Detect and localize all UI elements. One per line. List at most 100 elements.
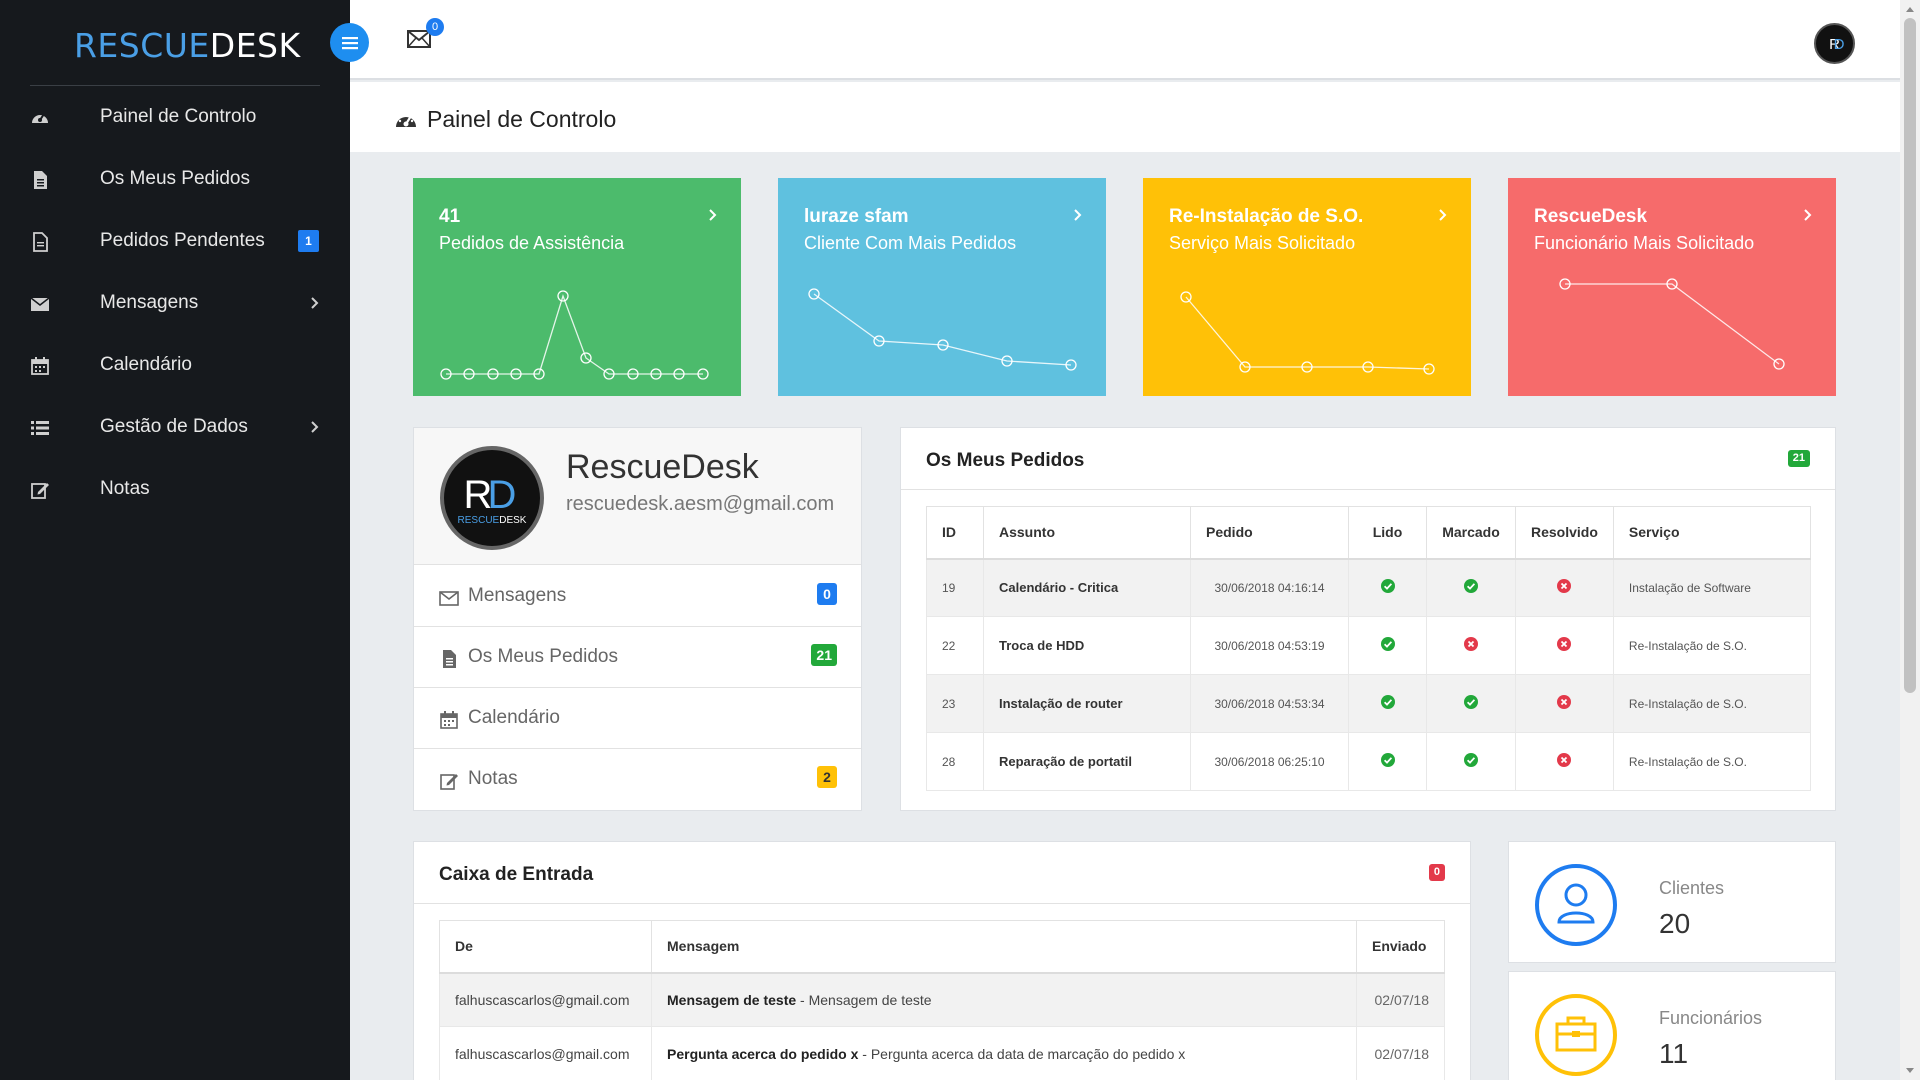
profile-link-label: Notas (468, 768, 518, 789)
card-label: Pedidos de Assistência (439, 233, 625, 253)
table-row[interactable]: falhuscascarlos@gmail.com Mensagem de tes… (439, 972, 1445, 1027)
sidebar-item-gestao-dados[interactable]: Gestão de Dados (0, 396, 350, 458)
close-circle-icon (1464, 637, 1478, 651)
close-circle-icon (1557, 753, 1572, 767)
order-id: 22 (926, 616, 984, 675)
sidebar-item-notas[interactable]: Notas (0, 458, 350, 520)
page-header: Painel de Controlo (350, 82, 1900, 152)
mail-count-badge: 0 (426, 18, 444, 36)
chevron-right-icon (311, 297, 319, 309)
sidebar-nav: Painel de Controlo Os Meus Pedidos Pedid… (0, 86, 350, 520)
sidebar-item-painel[interactable]: Painel de Controlo (0, 86, 350, 148)
order-service: Instalação de Software (1612, 558, 1812, 617)
inbox-panel-header: Caixa de Entrada 0 (414, 842, 1470, 904)
column-header[interactable]: De (439, 920, 652, 974)
order-marcado-status (1426, 674, 1516, 733)
table-row[interactable]: 23 Instalação de router 30/06/2018 04:53:3… (926, 674, 1812, 733)
scroll-down-icon[interactable] (1904, 1066, 1916, 1076)
order-subject: Calendário - Critica (983, 558, 1191, 617)
edit-icon (440, 774, 458, 790)
sidebar-item-pendentes[interactable]: Pedidos Pendentes 1 (0, 210, 350, 272)
order-resolvido-status (1515, 616, 1614, 675)
sidebar-item-label: Mensagens (100, 292, 199, 313)
user-icon (1557, 883, 1595, 924)
card-value: luraze sfam (804, 206, 909, 227)
menu-toggle-button[interactable] (330, 23, 369, 62)
orders-title: Os Meus Pedidos (926, 450, 1085, 471)
order-date: 30/06/2018 04:53:34 (1190, 674, 1349, 733)
message-from: falhuscascarlos@gmail.com (439, 972, 652, 1027)
table-row[interactable]: 19 Calendário - Critica 30/06/2018 04:16:1… (926, 558, 1812, 617)
order-subject: Troca de HDD (983, 616, 1191, 675)
card-servico-mais-solicitado[interactable]: Re-Instalação de S.O. Serviço Mais Solic… (1143, 178, 1471, 396)
order-marcado-status (1426, 616, 1516, 675)
sidebar-item-mensagens[interactable]: Mensagens (0, 272, 350, 334)
card-label: Funcionário Mais Solicitado (1534, 233, 1755, 253)
column-header[interactable]: Assunto (983, 506, 1191, 560)
profile-link-calendario[interactable]: Calendário (414, 688, 861, 749)
column-header[interactable]: Lido (1348, 506, 1427, 560)
sparkline-chart (1180, 291, 1435, 375)
rd-logo-icon: RD (1829, 36, 1845, 53)
svg-text:RESCUEDESK: RESCUEDESK (458, 515, 527, 526)
profile-link-mensagens[interactable]: Mensagens 0 (414, 566, 861, 627)
table-row[interactable]: falhuscascarlos@gmail.com Pergunta acerca… (439, 1026, 1445, 1080)
sparkline-chart (440, 290, 709, 380)
table-row[interactable]: 22 Troca de HDD 30/06/2018 04:53:19 Re-Inst… (926, 616, 1812, 675)
briefcase-icon (1555, 1016, 1597, 1052)
order-marcado-status (1426, 558, 1516, 617)
rd-logo-icon: R D RESCUEDESK (458, 473, 527, 526)
message-content: Mensagem de teste - Mensagem de teste (651, 972, 1357, 1027)
brand-logo[interactable]: RESCUEDESK (74, 26, 301, 65)
sidebar-item-calendario[interactable]: Calendário (0, 334, 350, 396)
brand-part-1: RESCUE (74, 26, 210, 65)
scrollbar-thumb[interactable] (1904, 18, 1916, 693)
order-id: 23 (926, 674, 984, 733)
stat-clientes[interactable]: Clientes 20 (1508, 841, 1836, 963)
order-date: 30/06/2018 04:53:19 (1190, 616, 1349, 675)
order-date: 30/06/2018 06:25:10 (1190, 732, 1349, 791)
column-header[interactable]: Enviado (1356, 920, 1445, 974)
profile-link-meus-pedidos[interactable]: Os Meus Pedidos 21 (414, 627, 861, 688)
column-header[interactable]: Resolvido (1515, 506, 1614, 560)
sidebar-item-label: Pedidos Pendentes (100, 230, 265, 251)
sidebar-item-label: Os Meus Pedidos (100, 168, 250, 189)
chevron-right-icon (311, 421, 319, 433)
column-header[interactable]: Mensagem (651, 920, 1357, 974)
close-circle-icon (1557, 695, 1572, 709)
card-pedidos-assistencia[interactable]: 41 Pedidos de Assistência (413, 178, 741, 396)
profile-link-notas[interactable]: Notas 2 (414, 749, 861, 810)
sidebar: RESCUEDESK Painel de Controlo Os Meus Pe… (0, 0, 350, 1080)
column-header[interactable]: Serviço (1612, 506, 1812, 560)
notes-badge: 2 (817, 766, 837, 788)
card-funcionario-mais-solicitado[interactable]: RescueDesk Funcionário Mais Solicitado (1508, 178, 1836, 396)
sidebar-item-label: Calendário (100, 354, 192, 375)
sparkline-chart (808, 288, 1077, 371)
stat-funcionarios[interactable]: Funcionários 11 (1508, 971, 1836, 1080)
column-header[interactable]: ID (926, 506, 984, 560)
envelope-icon (439, 591, 459, 606)
avatar[interactable]: RD (1814, 23, 1855, 64)
inbox-count-badge: 0 (1428, 864, 1445, 881)
hamburger-icon (341, 36, 358, 49)
check-circle-icon (1380, 637, 1395, 651)
svg-text:D: D (1834, 36, 1845, 53)
message-body: - Mensagem de teste (796, 991, 932, 1008)
page-title: Painel de Controlo (427, 106, 617, 132)
table-row[interactable]: 28 Reparação de portatil 30/06/2018 06:25:… (926, 732, 1812, 791)
scroll-up-icon[interactable] (1904, 4, 1916, 14)
stat-circle (1535, 864, 1617, 946)
card-label: Serviço Mais Solicitado (1169, 233, 1356, 253)
order-lido-status (1348, 558, 1427, 617)
dashboard-icon (396, 113, 416, 127)
stat-value: 11 (1659, 1038, 1689, 1069)
column-header[interactable]: Marcado (1426, 506, 1516, 560)
sidebar-item-meus-pedidos[interactable]: Os Meus Pedidos (0, 148, 350, 210)
card-cliente-mais-pedidos[interactable]: luraze sfam Cliente Com Mais Pedidos (778, 178, 1106, 396)
message-from: falhuscascarlos@gmail.com (439, 1026, 652, 1080)
pending-badge: 1 (298, 230, 319, 252)
profile-link-label: Calendário (468, 707, 560, 728)
column-header[interactable]: Pedido (1190, 506, 1349, 560)
orders-badge: 21 (811, 644, 837, 666)
card-label: Cliente Com Mais Pedidos (804, 233, 1017, 253)
